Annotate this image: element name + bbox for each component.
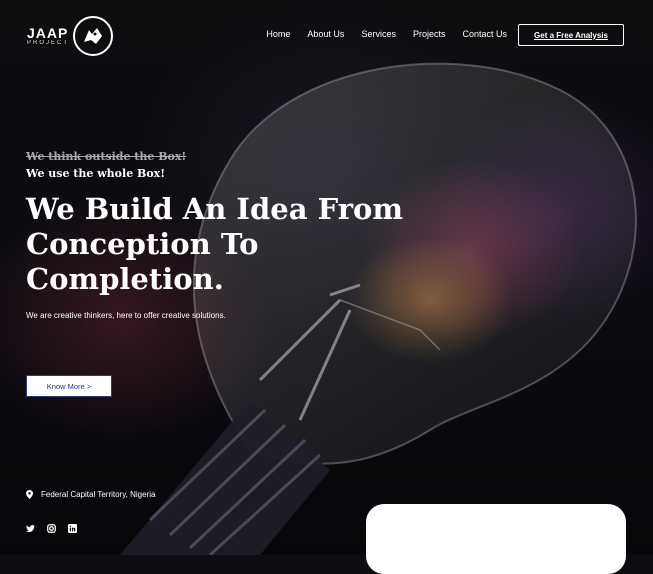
nav-contact-us[interactable]: Contact Us — [462, 29, 507, 39]
map-pin-icon — [26, 490, 33, 499]
free-analysis-button[interactable]: Get a Free Analysis — [518, 24, 624, 46]
social-links — [26, 520, 77, 533]
hero-headline: We Build An Idea From Conception To Comp… — [26, 192, 426, 297]
headline-line-3: Completion. — [26, 262, 224, 296]
headline-line-2: Conception To — [26, 227, 259, 261]
wolf-logo-icon — [73, 16, 114, 56]
nav-home[interactable]: Home — [266, 29, 290, 39]
nav-about-us[interactable]: About Us — [307, 29, 344, 39]
hero-content: We think outside the Box! We use the who… — [26, 150, 426, 320]
white-card — [366, 504, 626, 574]
linkedin-icon[interactable] — [68, 520, 77, 533]
headline-line-1: We Build An Idea From — [26, 192, 403, 226]
location: Federal Capital Territory, Nigeria — [26, 490, 155, 499]
logo[interactable]: JAAP PROJECT — [27, 16, 114, 56]
hero-subtext: We are creative thinkers, here to offer … — [26, 311, 226, 320]
location-text: Federal Capital Territory, Nigeria — [41, 490, 156, 499]
twitter-icon[interactable] — [26, 520, 35, 533]
instagram-icon[interactable] — [47, 520, 56, 533]
know-more-button[interactable]: Know More > — [26, 375, 112, 397]
logo-name: JAAP — [27, 25, 69, 41]
main-nav: Home About Us Services Projects Contact … — [266, 29, 507, 39]
site-header: JAAP PROJECT Home About Us Services Proj… — [0, 0, 653, 70]
logo-sub: PROJECT — [27, 40, 70, 46]
struck-tagline: We think outside the Box! — [26, 150, 187, 163]
nav-projects[interactable]: Projects — [413, 29, 446, 39]
tagline: We use the whole Box! — [26, 167, 166, 180]
nav-services[interactable]: Services — [361, 29, 396, 39]
